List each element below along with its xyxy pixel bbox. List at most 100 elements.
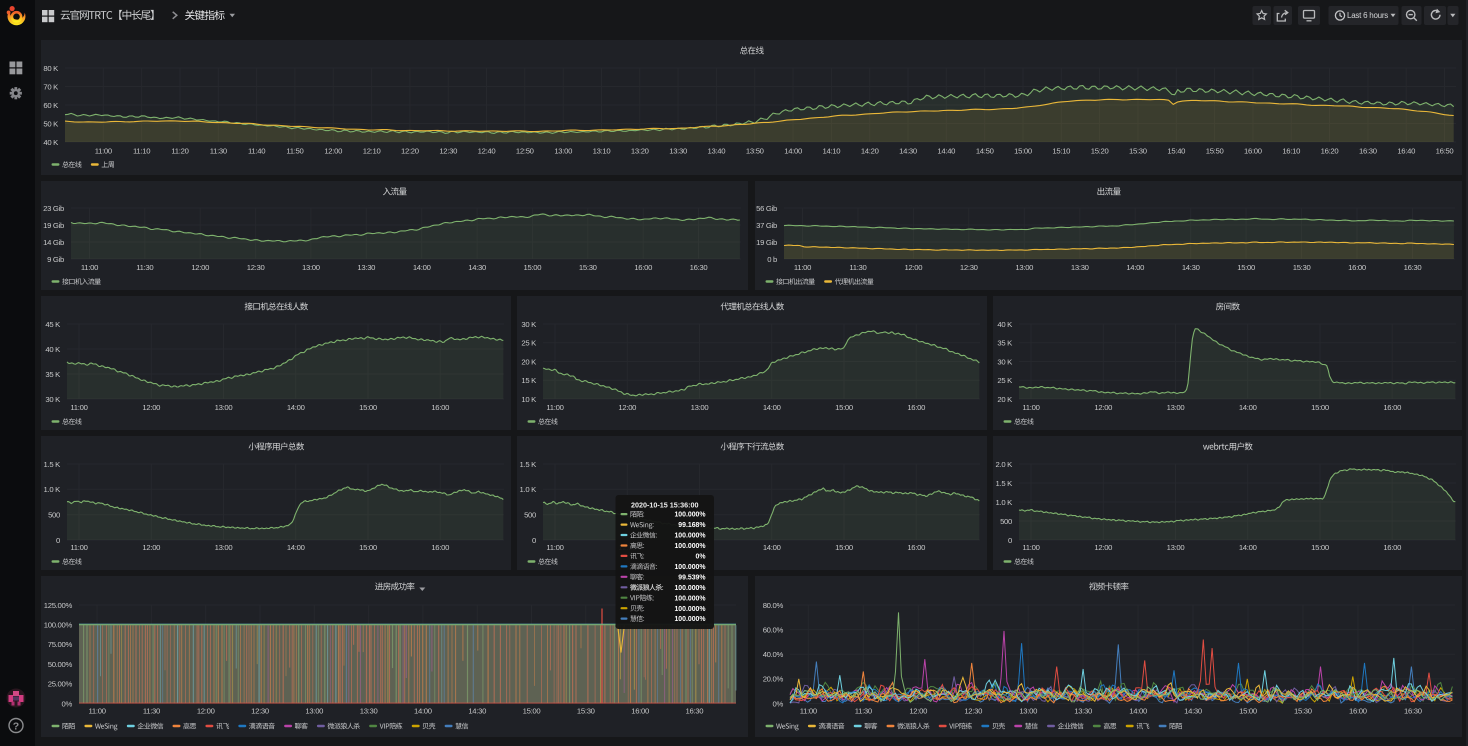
- svg-text:15:00: 15:00: [523, 707, 541, 716]
- svg-text:13:00: 13:00: [554, 147, 572, 156]
- svg-text:12:30: 12:30: [964, 707, 982, 716]
- svg-text::: :: [655, 533, 657, 540]
- svg-text:100.00%: 100.00%: [44, 621, 73, 630]
- svg-text:15:30: 15:30: [579, 263, 597, 272]
- svg-text:20.0%: 20.0%: [763, 675, 784, 684]
- svg-text::: :: [643, 554, 645, 561]
- svg-text:13:50: 13:50: [746, 147, 764, 156]
- svg-text:16:00: 16:00: [1383, 403, 1401, 412]
- svg-text:15:50: 15:50: [1206, 147, 1224, 156]
- svg-text:14:00: 14:00: [763, 543, 781, 552]
- svg-text:11:00: 11:00: [546, 403, 563, 412]
- svg-text:14:30: 14:30: [1182, 263, 1200, 272]
- svg-text:11:00: 11:00: [70, 543, 87, 552]
- svg-text:15:30: 15:30: [1129, 147, 1147, 156]
- svg-text::: :: [643, 543, 645, 550]
- svg-text:30 K: 30 K: [521, 320, 537, 329]
- svg-text:25.00%: 25.00%: [48, 680, 73, 689]
- svg-text:15:40: 15:40: [1167, 147, 1185, 156]
- svg-text:12:00: 12:00: [909, 707, 927, 716]
- svg-text:1.0 K: 1.0 K: [44, 485, 62, 494]
- svg-text:13:00: 13:00: [215, 543, 233, 552]
- svg-text:16:30: 16:30: [686, 707, 704, 716]
- svg-text:1.5 K: 1.5 K: [44, 460, 62, 469]
- svg-text:13:00: 13:00: [1015, 263, 1033, 272]
- svg-text:16:00: 16:00: [1244, 147, 1262, 156]
- svg-text:40.0%: 40.0%: [763, 650, 784, 659]
- svg-text:100.000%: 100.000%: [674, 512, 705, 519]
- svg-text:14:20: 14:20: [861, 147, 879, 156]
- svg-text:500: 500: [48, 511, 60, 520]
- svg-text:11:50: 11:50: [286, 147, 303, 156]
- svg-text:100.000%: 100.000%: [674, 606, 705, 613]
- svg-text:15:00: 15:00: [524, 263, 542, 272]
- svg-text:500: 500: [1000, 517, 1012, 526]
- svg-text:14:40: 14:40: [937, 147, 955, 156]
- svg-text:15 K: 15 K: [521, 376, 537, 385]
- svg-text:1.5 K: 1.5 K: [996, 479, 1014, 488]
- svg-text:15:00: 15:00: [1311, 543, 1329, 552]
- svg-text:11:00: 11:00: [546, 543, 563, 552]
- svg-text:2020-10-15 15:36:00: 2020-10-15 15:36:00: [631, 500, 699, 509]
- svg-text:11:20: 11:20: [171, 147, 188, 156]
- svg-text:13:30: 13:30: [669, 147, 687, 156]
- svg-text:0%: 0%: [772, 699, 783, 708]
- svg-text:15:00: 15:00: [1014, 147, 1032, 156]
- svg-text:40 K: 40 K: [45, 345, 61, 354]
- svg-text:16:30: 16:30: [1359, 147, 1377, 156]
- svg-text:12:30: 12:30: [251, 707, 269, 716]
- svg-text:1.0 K: 1.0 K: [996, 498, 1014, 507]
- svg-text:15:30: 15:30: [1293, 263, 1311, 272]
- svg-text:35 K: 35 K: [45, 370, 61, 379]
- svg-text:14:30: 14:30: [1184, 707, 1202, 716]
- svg-text:14:00: 14:00: [1126, 263, 1144, 272]
- svg-text:12:30: 12:30: [247, 263, 265, 272]
- svg-text:15:00: 15:00: [359, 543, 377, 552]
- svg-text:0: 0: [1008, 536, 1012, 545]
- svg-text:15:10: 15:10: [1052, 147, 1070, 156]
- svg-text:1.0 K: 1.0 K: [520, 485, 538, 494]
- svg-text:14:00: 14:00: [784, 147, 802, 156]
- svg-text:125.00%: 125.00%: [44, 601, 73, 610]
- svg-text:12:00: 12:00: [142, 543, 160, 552]
- svg-text::: :: [655, 564, 657, 571]
- svg-text:99.539%: 99.539%: [678, 574, 705, 581]
- svg-text:14:30: 14:30: [899, 147, 917, 156]
- svg-text:13:00: 13:00: [302, 263, 320, 272]
- svg-text:Last 6 hours: Last 6 hours: [1347, 11, 1388, 20]
- svg-text:15:00: 15:00: [1237, 263, 1255, 272]
- svg-text:13:00: 13:00: [691, 403, 709, 412]
- svg-text:14:30: 14:30: [468, 263, 486, 272]
- svg-text:60 K: 60 K: [43, 101, 59, 110]
- svg-text:11:00: 11:00: [81, 263, 98, 272]
- svg-text:11:00: 11:00: [95, 147, 112, 156]
- svg-text:15:00: 15:00: [359, 403, 377, 412]
- svg-text:13:00: 13:00: [215, 403, 233, 412]
- svg-text:15:00: 15:00: [835, 543, 853, 552]
- svg-text:16:20: 16:20: [1321, 147, 1339, 156]
- svg-text:20 K: 20 K: [521, 357, 537, 366]
- svg-text:16:10: 16:10: [1282, 147, 1300, 156]
- svg-text:16:00: 16:00: [907, 403, 925, 412]
- svg-text:14:00: 14:00: [414, 707, 432, 716]
- svg-text:15:00: 15:00: [1311, 403, 1329, 412]
- svg-text:11:00: 11:00: [794, 263, 811, 272]
- svg-text:16:40: 16:40: [1397, 147, 1415, 156]
- svg-text:30 K: 30 K: [45, 395, 61, 404]
- svg-text::: :: [652, 522, 654, 529]
- svg-text:11:00: 11:00: [89, 707, 106, 716]
- svg-text:13:30: 13:30: [357, 263, 375, 272]
- svg-text:13:30: 13:30: [360, 707, 378, 716]
- svg-text::: :: [652, 595, 654, 602]
- svg-text:0%: 0%: [61, 699, 72, 708]
- svg-text:12:00: 12:00: [191, 263, 209, 272]
- svg-text:100.000%: 100.000%: [674, 543, 705, 550]
- svg-text:0 b: 0 b: [767, 255, 777, 264]
- svg-text:19 Gib: 19 Gib: [756, 238, 777, 247]
- svg-text:16:00: 16:00: [907, 543, 925, 552]
- svg-text:15:00: 15:00: [1239, 707, 1257, 716]
- svg-text:11:00: 11:00: [70, 403, 87, 412]
- svg-text:16:00: 16:00: [1348, 263, 1366, 272]
- svg-text:14:00: 14:00: [413, 263, 431, 272]
- svg-text:30 K: 30 K: [997, 357, 1013, 366]
